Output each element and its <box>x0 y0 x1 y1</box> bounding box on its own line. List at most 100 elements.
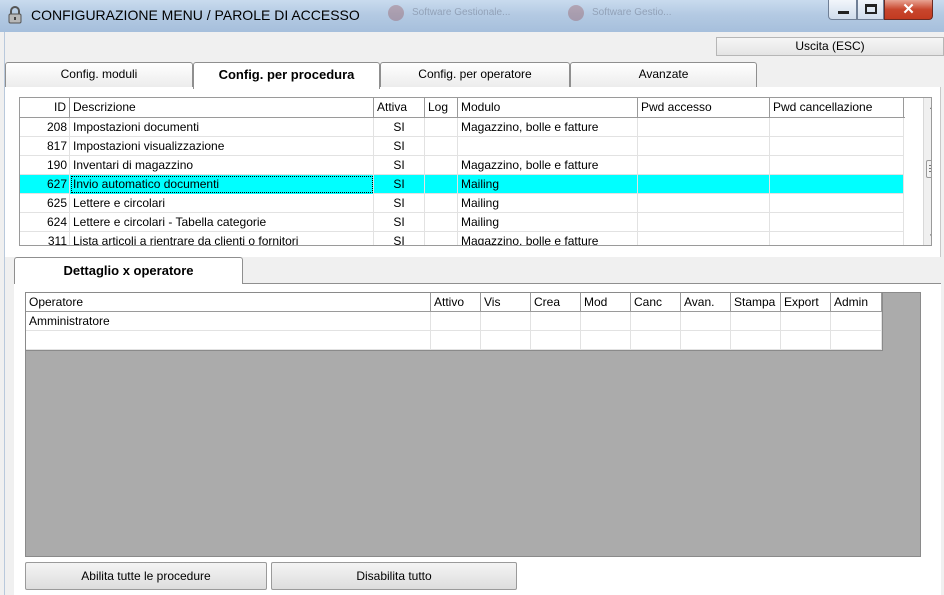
cell-pwd-cancellazione[interactable] <box>770 194 904 213</box>
table-row[interactable]: 625 Lettere e circolari SI Mailing <box>20 194 904 213</box>
cell-attiva[interactable]: SI <box>374 213 425 232</box>
maximize-button[interactable] <box>857 0 884 20</box>
col-header-canc[interactable]: Canc <box>631 293 681 312</box>
cell-log[interactable] <box>425 213 458 232</box>
cell-pwd-cancellazione[interactable] <box>770 156 904 175</box>
cell-attiva[interactable]: SI <box>374 175 425 194</box>
tab-avanzate[interactable]: Avanzate <box>570 62 757 87</box>
table-row[interactable]: 627 Invio automatico documenti SI Mailing <box>20 175 904 194</box>
col-header-descrizione[interactable]: Descrizione <box>70 98 374 118</box>
scroll-thumb[interactable] <box>926 160 931 178</box>
cell-pwd-cancellazione[interactable] <box>770 232 904 245</box>
table-row[interactable]: 190 Inventari di magazzino SI Magazzino, bo… <box>20 156 904 175</box>
cell-id[interactable]: 624 <box>20 213 70 232</box>
cell-pwd-accesso[interactable] <box>638 194 770 213</box>
cell-pwd-accesso[interactable] <box>638 175 770 194</box>
cell-descrizione[interactable]: Inventari di magazzino <box>70 156 374 175</box>
cell-modulo[interactable]: Magazzino, bolle e fatture <box>458 232 638 245</box>
col-header-export[interactable]: Export <box>781 293 831 312</box>
table-row[interactable]: 624 Lettere e circolari - Tabella categor… <box>20 213 904 232</box>
scroll-up-icon[interactable]: ▲ <box>924 98 931 115</box>
cell-descrizione[interactable]: Lettere e circolari - Tabella categorie <box>70 213 374 232</box>
cell-log[interactable] <box>425 232 458 245</box>
cell-log[interactable] <box>425 118 458 137</box>
cell-log[interactable] <box>425 156 458 175</box>
cell-canc[interactable] <box>631 331 681 350</box>
cell-id[interactable]: 625 <box>20 194 70 213</box>
cell-attivo[interactable] <box>431 331 481 350</box>
operators-grid[interactable]: Operatore Attivo Vis Crea Mod Canc Avan.… <box>25 292 921 557</box>
col-header-operatore[interactable]: Operatore <box>26 293 431 312</box>
cell-operatore[interactable] <box>26 331 431 350</box>
cell-attiva[interactable]: SI <box>374 194 425 213</box>
cell-pwd-accesso[interactable] <box>638 156 770 175</box>
cell-pwd-cancellazione[interactable] <box>770 137 904 156</box>
col-header-stampa[interactable]: Stampa <box>731 293 781 312</box>
cell-avan[interactable] <box>681 331 731 350</box>
cell-crea[interactable] <box>531 312 581 331</box>
tab-config-moduli[interactable]: Config. moduli <box>5 62 193 87</box>
col-header-pwd-accesso[interactable]: Pwd accesso <box>638 98 770 118</box>
col-header-vis[interactable]: Vis <box>481 293 531 312</box>
cell-descrizione[interactable]: Lista articoli a rientrare da clienti o … <box>70 232 374 245</box>
cell-pwd-accesso[interactable] <box>638 232 770 245</box>
cell-vis[interactable] <box>481 331 531 350</box>
tab-config-per-operatore[interactable]: Config. per operatore <box>380 62 570 87</box>
cell-pwd-accesso[interactable] <box>638 213 770 232</box>
cell-export[interactable] <box>781 331 831 350</box>
col-header-attiva[interactable]: Attiva <box>374 98 425 118</box>
col-header-modulo[interactable]: Modulo <box>458 98 638 118</box>
close-button[interactable]: ✕ <box>884 0 933 20</box>
cell-id[interactable]: 190 <box>20 156 70 175</box>
cell-attiva[interactable]: SI <box>374 156 425 175</box>
cell-avan[interactable] <box>681 312 731 331</box>
scroll-down-icon[interactable]: ▼ <box>924 228 931 245</box>
table-row[interactable] <box>26 331 882 350</box>
cell-descrizione[interactable]: Invio automatico documenti <box>70 175 374 194</box>
cell-modulo[interactable]: Mailing <box>458 175 638 194</box>
tab-config-per-procedura[interactable]: Config. per procedura <box>193 62 380 89</box>
cell-attivo[interactable] <box>431 312 481 331</box>
table-row[interactable]: 208 Impostazioni documenti SI Magazzino, bo… <box>20 118 904 137</box>
cell-attiva[interactable]: SI <box>374 137 425 156</box>
cell-pwd-cancellazione[interactable] <box>770 213 904 232</box>
cell-mod[interactable] <box>581 331 631 350</box>
exit-button[interactable]: Uscita (ESC) <box>716 37 944 56</box>
cell-pwd-cancellazione[interactable] <box>770 118 904 137</box>
cell-canc[interactable] <box>631 312 681 331</box>
cell-modulo[interactable]: Magazzino, bolle e fatture <box>458 156 638 175</box>
table-row[interactable]: 311 Lista articoli a rientrare da clienti… <box>20 232 904 245</box>
cell-stampa[interactable] <box>731 331 781 350</box>
cell-id[interactable]: 311 <box>20 232 70 245</box>
col-header-pwd-cancellazione[interactable]: Pwd cancellazione <box>770 98 904 118</box>
cell-modulo[interactable]: Mailing <box>458 213 638 232</box>
cell-stampa[interactable] <box>731 312 781 331</box>
col-header-attivo[interactable]: Attivo <box>431 293 481 312</box>
enable-all-procedures-button[interactable]: Abilita tutte le procedure <box>25 562 267 590</box>
cell-modulo[interactable]: Mailing <box>458 194 638 213</box>
minimize-button[interactable] <box>828 0 857 20</box>
cell-log[interactable] <box>425 194 458 213</box>
cell-admin[interactable] <box>831 312 882 331</box>
cell-log[interactable] <box>425 175 458 194</box>
cell-descrizione[interactable]: Lettere e circolari <box>70 194 374 213</box>
col-header-id[interactable]: ID <box>20 98 70 118</box>
cell-id[interactable]: 627 <box>20 175 70 194</box>
cell-modulo[interactable] <box>458 137 638 156</box>
cell-crea[interactable] <box>531 331 581 350</box>
col-header-avan[interactable]: Avan. <box>681 293 731 312</box>
cell-operatore[interactable]: Amministratore <box>26 312 431 331</box>
cell-vis[interactable] <box>481 312 531 331</box>
cell-pwd-accesso[interactable] <box>638 118 770 137</box>
disable-all-button[interactable]: Disabilita tutto <box>271 562 517 590</box>
table-row[interactable]: 817 Impostazioni visualizzazione SI <box>20 137 904 156</box>
cell-pwd-cancellazione[interactable] <box>770 175 904 194</box>
cell-export[interactable] <box>781 312 831 331</box>
cell-pwd-accesso[interactable] <box>638 137 770 156</box>
cell-id[interactable]: 817 <box>20 137 70 156</box>
col-header-crea[interactable]: Crea <box>531 293 581 312</box>
tab-dettaglio-operatore[interactable]: Dettaglio x operatore <box>14 257 243 284</box>
cell-descrizione[interactable]: Impostazioni visualizzazione <box>70 137 374 156</box>
cell-descrizione[interactable]: Impostazioni documenti <box>70 118 374 137</box>
cell-id[interactable]: 208 <box>20 118 70 137</box>
